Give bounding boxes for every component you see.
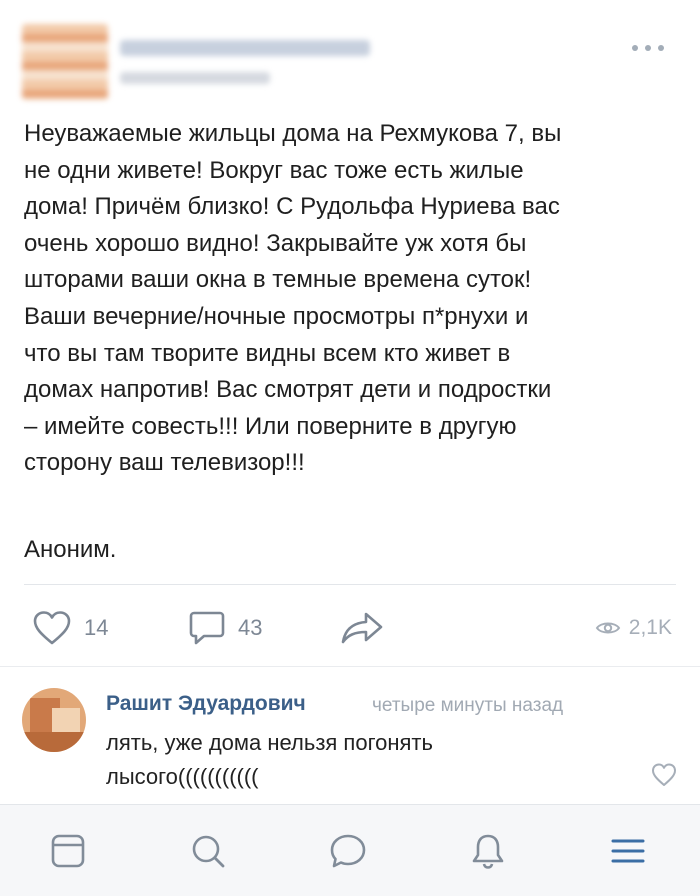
author-avatar-blurred[interactable] [22, 24, 108, 100]
comment-text-line: лять, уже дома нельзя погонять [106, 730, 433, 755]
tab-notifications[interactable] [466, 829, 510, 873]
share-button[interactable] [340, 608, 384, 648]
author-name-blurred[interactable] [120, 40, 370, 56]
comments-count: 43 [238, 615, 263, 640]
post-text-line: не одни живете! Вокруг вас тоже есть жил… [24, 156, 524, 184]
post-text-line: что вы там творите видны всем кто живет … [24, 339, 511, 367]
bottom-navigation [0, 804, 700, 896]
tab-menu[interactable] [606, 829, 650, 873]
post-signature: Аноним. [24, 536, 117, 563]
divider [0, 666, 700, 667]
bell-icon [472, 834, 504, 869]
share-arrow-icon [341, 612, 383, 644]
comment-time: четыре минуты назад [372, 695, 564, 716]
eye-icon [595, 622, 621, 634]
commenter-avatar[interactable] [22, 688, 86, 752]
comment-bubble-icon [189, 611, 225, 645]
heart-icon [652, 763, 676, 786]
post-text-line: Неуважаемые жильцы дома на Рехмукова 7, … [24, 120, 562, 147]
post-text-line: Ваши вечерние/ночные просмотры п*рнухи и [24, 302, 529, 330]
heart-icon [33, 611, 71, 645]
tab-news[interactable] [46, 829, 90, 873]
like-button[interactable]: 14 [32, 608, 108, 648]
more-horizontal-icon[interactable] [628, 40, 668, 56]
post-text-line: шторами ваши окна в темные времена суток… [24, 266, 532, 294]
post-text-line: сторону ваш телевизор!!! [24, 449, 305, 477]
post-header [0, 0, 700, 110]
post-text-line: – имейте совесть!!! Или поверните в друг… [24, 412, 517, 440]
comment-text-line: лысого((((((((((( [106, 764, 259, 789]
post-text-line: домах напротив! Вас смотрят дети и подро… [24, 376, 552, 404]
comments-button[interactable]: 43 [188, 608, 262, 648]
divider [24, 584, 676, 585]
views-count: 2,1K [628, 616, 672, 639]
views-counter: 2,1K [595, 608, 672, 648]
post-screen: Неуважаемые жильцы дома на Рехмукова 7, … [0, 0, 700, 896]
post-text: Неуважаемые жильцы дома на Рехмукова 7, … [24, 116, 684, 482]
tab-search[interactable] [186, 829, 230, 873]
post-date-blurred [120, 72, 270, 84]
likes-count: 14 [84, 615, 109, 640]
news-feed-icon [51, 834, 85, 868]
comment-like-button[interactable] [650, 762, 678, 793]
messages-icon [330, 834, 366, 868]
post-text-line: дома! Причём близко! С Рудольфа Нуриева … [24, 193, 560, 221]
comment-author[interactable]: Рашит Эдуардович [106, 692, 306, 716]
comment-text: лять, уже дома нельзя погонять лысого(((… [106, 726, 626, 794]
search-icon [192, 835, 225, 868]
tab-messages[interactable] [326, 829, 370, 873]
menu-icon [611, 839, 645, 863]
post-text-line: очень хорошо видно! Закрывайте уж хотя б… [24, 229, 527, 257]
